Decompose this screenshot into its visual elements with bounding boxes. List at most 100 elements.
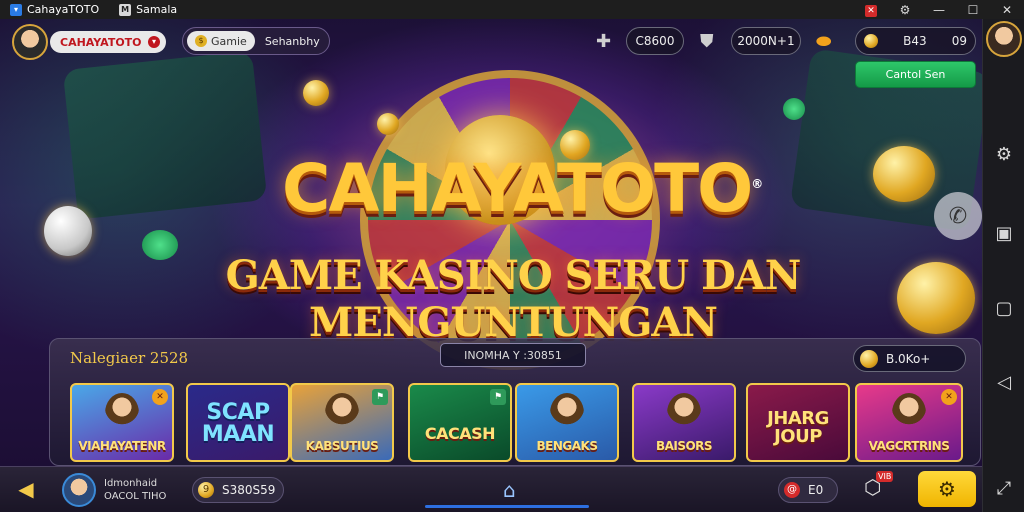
home-indicator [425, 505, 589, 508]
minimize-icon[interactable]: — [922, 3, 956, 17]
coin-decor [303, 80, 329, 106]
character-art [667, 393, 701, 433]
game-selector-second-label[interactable]: Sehanbhy [265, 35, 320, 48]
character-art [892, 393, 926, 433]
expand-icon[interactable]: ⤢ [992, 477, 1016, 501]
coin-decor [873, 146, 935, 202]
app-tab-label: CahayaTOTO [27, 3, 100, 16]
game-header: CAHAYATOTO ▾ $ Gamie Sehanbhy ✚ C8600 ⛊ … [0, 19, 982, 65]
brand-logo-icon[interactable]: ◀ [14, 477, 38, 501]
settings-icon[interactable]: ⚙ [888, 3, 922, 17]
puzzle-icon[interactable]: ✚ [596, 31, 611, 52]
coin-decor [897, 262, 975, 334]
shield-icon[interactable]: ⛊ [700, 31, 714, 52]
game-selector-pill[interactable]: $ Gamie Sehanbhy [182, 27, 330, 55]
counter-pill[interactable]: @ E0 [778, 477, 838, 503]
phone-assist-button[interactable]: ✆ [934, 192, 982, 240]
app-tab-icon: ▾ [10, 3, 22, 16]
gear-icon: ⚙ [938, 477, 956, 501]
game-tile[interactable]: ⚑ CACASH [408, 383, 512, 462]
coins-value: 09 [951, 34, 967, 48]
game-selector-first-label: Gamie [211, 34, 247, 48]
close-icon[interactable]: ✕ [990, 3, 1024, 17]
coin-decor [377, 113, 399, 135]
brand-title: CAHAYATOTO® [282, 150, 763, 227]
screenshot-icon[interactable]: ▣ [992, 222, 1016, 246]
coins-label: B43 [903, 34, 927, 48]
sidebar-avatar[interactable] [986, 21, 1022, 57]
settings-gear-icon[interactable]: ⚙ [992, 143, 1016, 167]
claim-button[interactable]: Cantol Sen [855, 61, 976, 88]
game-tile-title: JHARG JOUP [767, 408, 829, 447]
chip-decor [783, 98, 805, 120]
user-line1: Idmonhaid [104, 478, 158, 489]
game-tile-title: CACASH [424, 424, 496, 443]
maximize-icon[interactable]: ☐ [956, 3, 990, 17]
points-value: 2000N+1 [737, 34, 795, 48]
game-tile[interactable]: BAISORS [632, 383, 736, 462]
phone-icon: ✆ [948, 203, 968, 229]
game-tile-title: BAISORS [655, 439, 713, 453]
coin-decor [44, 206, 92, 256]
player-name-pill[interactable]: CAHAYATOTO ▾ [50, 31, 166, 53]
game-tile-title: BENGAKS [536, 439, 598, 453]
game-tile[interactable]: ✕ VAGCRTRINS [855, 383, 963, 462]
panel-label: Nalegiaer 2528 [70, 349, 189, 367]
brand-title-text: CAHAYATOTO [282, 150, 753, 227]
counter-icon: @ [784, 482, 800, 498]
gems-counter[interactable]: C8600 [626, 27, 684, 55]
recent-apps-icon[interactable]: ▢ [992, 297, 1016, 321]
user-avatar[interactable] [62, 473, 96, 507]
game-tile[interactable]: SCAP MAAN [186, 383, 290, 462]
coin-icon [860, 349, 878, 368]
game-tile[interactable]: BENGAKS [515, 383, 619, 462]
menu-action-button[interactable]: ⚙ [918, 471, 976, 507]
roulette-table-left [62, 50, 268, 220]
tile-badge-icon: ✕ [152, 389, 168, 405]
panel-center-tag[interactable]: INOMHA Y :30851 [440, 343, 586, 367]
game-tile-title: KABSUTIUS [305, 439, 379, 453]
coins-counter[interactable]: B43 09 [855, 27, 976, 55]
game-tile[interactable]: ✕ VIAHAYATENR [70, 383, 174, 462]
second-tab[interactable]: M Samala [109, 0, 187, 19]
treasure-icon[interactable]: ⬬ [816, 31, 831, 52]
game-tile[interactable]: JHARG JOUP [746, 383, 850, 462]
game-tile-title: VAGCRTRINS [868, 439, 950, 453]
character-art [550, 393, 584, 433]
gift-badge: VIB [876, 471, 894, 482]
window-titlebar: ▾ CahayaTOTO M Samala ✕ ⚙ — ☐ ✕ [0, 0, 1024, 19]
game-tile[interactable]: ⚑ KABSUTIUS [290, 383, 394, 462]
gift-icon[interactable]: ⬡ VIB [864, 471, 894, 503]
gems-value: C8600 [635, 34, 675, 48]
window-controls: ✕ ⚙ — ☐ ✕ [854, 0, 1024, 19]
tile-badge-icon: ✕ [941, 389, 957, 405]
second-tab-label: Samala [136, 3, 178, 16]
registered-mark: ® [751, 177, 763, 191]
game-tile-title: SCAP MAAN [201, 400, 275, 447]
character-art [105, 393, 139, 433]
coin-icon [864, 34, 878, 48]
home-icon[interactable]: ⌂ [503, 478, 516, 502]
bottom-balance-value: S380S59 [222, 483, 276, 497]
coin-icon: 9 [198, 482, 214, 498]
player-name: CAHAYATOTO [60, 35, 142, 49]
tile-badge-icon: ⚑ [490, 389, 506, 405]
back-icon[interactable]: ◁ [992, 371, 1016, 395]
character-art [325, 393, 359, 433]
points-counter[interactable]: 2000N+1 [731, 27, 801, 55]
bottom-balance-pill[interactable]: 9 S380S59 [192, 477, 284, 503]
player-avatar[interactable] [12, 24, 48, 60]
game-tile-title: VIAHAYATENR [78, 439, 166, 453]
game-selector-first[interactable]: $ Gamie [187, 31, 255, 51]
tile-badge-icon: ⚑ [372, 389, 388, 405]
emulator-sidebar: ⚙ ▣ ▢ ◁ ⤢ [982, 19, 1024, 512]
record-icon[interactable]: ✕ [854, 2, 888, 17]
tagline: GAME KASINO SERU DAN MENGUNTUNGAN [225, 252, 802, 346]
user-info[interactable]: Idmonhaid OACOL TIHO [104, 477, 166, 503]
coin-icon: $ [195, 35, 207, 47]
app-tab[interactable]: ▾ CahayaTOTO [0, 0, 109, 19]
player-menu-icon: ▾ [148, 36, 160, 48]
second-tab-icon: M [119, 3, 132, 16]
user-line2: OACOL TIHO [104, 491, 167, 502]
panel-balance[interactable]: B.0Ko+ [853, 345, 966, 372]
